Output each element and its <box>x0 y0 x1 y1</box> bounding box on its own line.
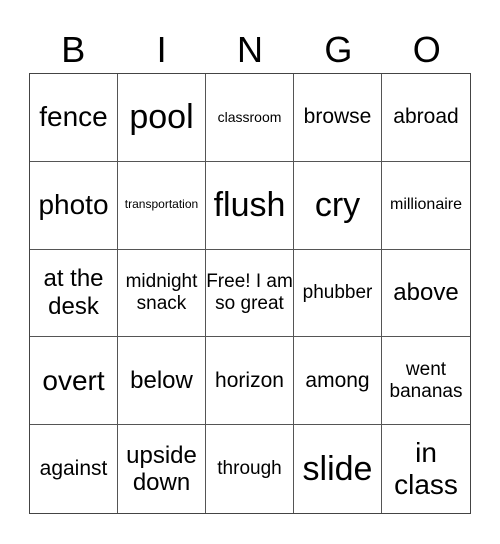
bingo-cell[interactable]: above <box>382 250 470 338</box>
bingo-cell[interactable]: through <box>206 425 294 513</box>
bingo-cell[interactable]: flush <box>206 161 294 250</box>
bingo-cell[interactable]: slide <box>294 425 382 513</box>
bingo-cell[interactable]: classroom <box>206 74 294 162</box>
bingo-cell[interactable]: against <box>30 425 118 513</box>
bingo-cell[interactable]: transportation <box>118 161 206 250</box>
bingo-cell[interactable]: phubber <box>294 249 382 338</box>
bingo-cell[interactable]: pool <box>118 74 206 162</box>
bingo-cell[interactable]: in class <box>382 425 470 513</box>
bingo-grid: fence pool classroom browse abroad photo… <box>29 73 471 514</box>
header-letter-b: B <box>61 29 86 70</box>
bingo-cell[interactable]: midnight snack <box>118 249 206 338</box>
bingo-cell[interactable]: millionaire <box>382 162 470 250</box>
bingo-cell[interactable]: photo <box>30 161 118 250</box>
bingo-cell[interactable]: upside down <box>118 425 206 513</box>
header-letter-i: I <box>156 29 167 70</box>
bingo-cell[interactable]: cry <box>294 161 382 250</box>
bingo-cell[interactable]: overt <box>30 337 118 426</box>
bingo-cell[interactable]: horizon <box>206 337 294 426</box>
bingo-cell[interactable]: went bananas <box>382 337 470 426</box>
header-letter-n: N <box>236 29 263 70</box>
header-letter-g: G <box>324 29 353 70</box>
bingo-cell[interactable]: abroad <box>382 74 470 162</box>
bingo-cell[interactable]: browse <box>294 74 382 162</box>
free-space-cell[interactable]: Free! I am so great <box>206 249 294 338</box>
header-letter-o: O <box>412 29 441 70</box>
bingo-cell[interactable]: below <box>118 337 206 426</box>
bingo-cell[interactable]: among <box>294 337 382 426</box>
bingo-cell[interactable]: at the desk <box>30 249 118 338</box>
bingo-cell[interactable]: fence <box>30 74 118 162</box>
bingo-header: B I N G O <box>29 28 471 72</box>
